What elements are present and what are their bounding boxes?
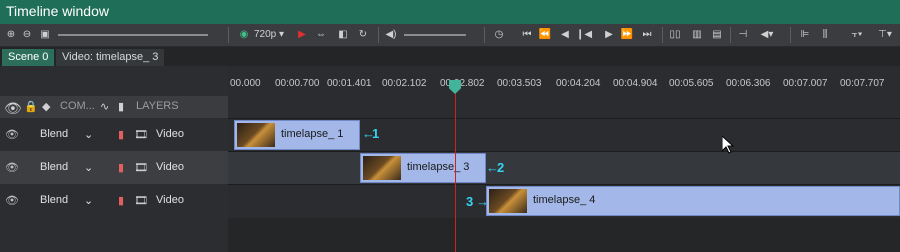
annotation-number: 3 — [466, 194, 474, 209]
time-ruler[interactable] — [228, 66, 900, 118]
align-center-icon[interactable]: ⫼ — [818, 27, 832, 43]
layer-name[interactable]: Video — [156, 161, 184, 173]
film-icon: 🎞 — [134, 195, 148, 207]
clip-thumbnail — [237, 123, 275, 147]
timeline-clip-selected[interactable]: timelapse_ 3 — [360, 153, 486, 183]
play-forward-icon[interactable]: ▶ — [602, 27, 616, 43]
file-icon: ▮ — [118, 195, 125, 207]
file-icon: ▮ — [118, 162, 125, 174]
window-title: Timeline window — [6, 3, 109, 19]
file-icon[interactable]: ▮ — [118, 100, 124, 113]
ruler-tick: 00:07.007 — [783, 78, 828, 89]
blend-mode-select[interactable]: Blend — [40, 128, 68, 140]
zoom-slider[interactable] — [58, 34, 208, 36]
title-bar: Timeline window — [0, 0, 900, 24]
rewind-icon[interactable]: ⏪ — [538, 27, 552, 43]
chevron-down-icon[interactable]: ⌄ — [84, 128, 93, 141]
remove-icon[interactable]: ⊖ — [20, 27, 34, 43]
layer-name[interactable]: Video — [156, 194, 184, 206]
timeline-clip[interactable]: timelapse_ 4 — [486, 186, 900, 216]
annotation-number: 2 — [497, 160, 505, 175]
ruler-tick: 00:00.700 — [275, 78, 320, 89]
clip-label: timelapse_ 3 — [407, 161, 470, 173]
skip-start-icon[interactable]: ⏮ — [520, 27, 534, 43]
eye-icon[interactable]: ◉ — [238, 27, 250, 43]
trim-icon[interactable]: ▥ — [690, 27, 704, 43]
fit-icon[interactable]: ▣ — [38, 27, 52, 43]
layer-row[interactable]: 👁 Blend ⌄ ▮ 🎞 Video — [0, 151, 228, 184]
marker-icon[interactable]: ⊣ — [736, 27, 750, 43]
align-dropdown[interactable]: ◀▾ — [756, 27, 778, 43]
film-icon: 🎞 — [134, 162, 148, 174]
add-icon[interactable]: ⊕ — [4, 27, 18, 43]
clip-label: timelapse_ 4 — [533, 194, 596, 206]
annotation-number: 1 — [372, 126, 380, 141]
visibility-icon[interactable]: 👁 — [5, 128, 19, 141]
file-icon: ▮ — [118, 129, 125, 141]
clip-label: timelapse_ 1 — [281, 128, 344, 140]
clock-icon[interactable]: ◷ — [490, 27, 508, 43]
resolution-value: 720p — [253, 29, 277, 40]
snap-icon[interactable]: ◧ — [336, 27, 350, 43]
chevron-down-icon[interactable]: ⌄ — [84, 194, 93, 207]
timeline-clip[interactable]: timelapse_ 1 — [234, 120, 360, 150]
resolution-select[interactable]: 720p ▾ — [253, 27, 285, 43]
chevron-down-icon[interactable]: ⌄ — [84, 161, 93, 174]
skip-end-icon[interactable]: ⏭ — [640, 27, 654, 43]
align-left-icon[interactable]: ⊫ — [798, 27, 812, 43]
volume-icon[interactable]: ◀) — [384, 27, 398, 43]
volume-slider[interactable] — [404, 34, 466, 36]
ruler-tick: 00.000 — [230, 78, 261, 89]
clip-thumbnail — [363, 156, 401, 180]
toolbar: ⊕ ⊖ ▣ ◉ 720p ▾ ▶ ⇔ ◧ ↻ ◀) ◷ ⏮ ⏪ ◀ ❙◀ ▶ ⏩… — [0, 24, 900, 47]
ruler-tick: 00:05.605 — [669, 78, 714, 89]
clip-thumbnail — [489, 189, 527, 213]
playhead-line[interactable] — [455, 80, 456, 252]
ruler-tick: 00:03.503 — [497, 78, 542, 89]
ruler-tick: 00:04.204 — [556, 78, 601, 89]
ruler-tick: 00:06.306 — [726, 78, 771, 89]
play-icon[interactable]: ▶ — [296, 27, 308, 43]
ruler-tick: 00:02.802 — [440, 78, 485, 89]
layer-row[interactable]: 👁 Blend ⌄ ▮ 🎞 Video — [0, 118, 228, 151]
column-header: 👁 🔒 ◆ COM... ∿ ▮ LAYERS — [0, 96, 228, 118]
scene-tabs: Scene 0 Video: timelapse_ 3 — [0, 47, 900, 66]
timeline-track[interactable] — [228, 151, 900, 185]
composition-header[interactable]: COM... — [60, 100, 95, 112]
split-icon[interactable]: ▯▯ — [668, 27, 682, 43]
tab-video-timelapse[interactable]: Video: timelapse_ 3 — [56, 49, 165, 66]
step-back-icon[interactable]: ◀ — [558, 27, 572, 43]
annotation-marker: → — [476, 194, 489, 209]
visibility-icon[interactable]: 👁 — [5, 194, 19, 207]
layer-name[interactable]: Video — [156, 128, 184, 140]
repeat-icon[interactable]: ↻ — [356, 27, 370, 43]
loop-icon[interactable]: ⇔ — [314, 27, 328, 43]
ruler-tick: 00:01.401 — [327, 78, 372, 89]
ripple-icon[interactable]: ▤ — [710, 27, 724, 43]
ruler-tick: 00:07.707 — [840, 78, 885, 89]
audio-wave-icon[interactable]: ∿ — [100, 100, 109, 113]
more-dropdown[interactable]: ⊤▾ — [874, 27, 896, 43]
fast-forward-icon[interactable]: ⏩ — [620, 27, 634, 43]
ruler-tick: 00:04.904 — [613, 78, 658, 89]
prev-frame-icon[interactable]: ❙◀ — [576, 27, 592, 43]
visibility-icon[interactable]: 👁 — [4, 100, 22, 117]
visibility-icon[interactable]: 👁 — [5, 161, 19, 174]
shapes-icon[interactable]: ◆ — [42, 100, 50, 113]
distribute-dropdown[interactable]: ⫟▾ — [846, 27, 868, 43]
film-icon: 🎞 — [134, 129, 148, 141]
tab-scene[interactable]: Scene 0 — [2, 49, 55, 66]
layers-header: LAYERS — [136, 100, 179, 112]
layer-row[interactable]: 👁 Blend ⌄ ▮ 🎞 Video — [0, 184, 228, 217]
blend-mode-select[interactable]: Blend — [40, 194, 68, 206]
lock-icon[interactable]: 🔒 — [24, 100, 38, 113]
ruler-tick: 00:02.102 — [382, 78, 427, 89]
mouse-cursor — [722, 136, 734, 154]
blend-mode-select[interactable]: Blend — [40, 161, 68, 173]
